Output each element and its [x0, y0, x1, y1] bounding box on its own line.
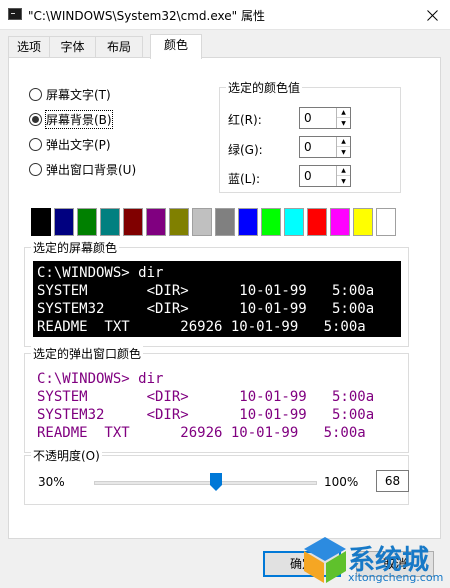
popup-colors-group: 选定的弹出窗口颜色 C:\WINDOWS> dir SYSTEM <DIR> 1…: [24, 345, 409, 453]
radio-popup-text[interactable]: 弹出文字(P): [29, 136, 111, 152]
color-swatch[interactable]: [215, 208, 235, 236]
spinner-buttons: ▲ ▼: [336, 108, 350, 128]
preview-line: README TXT 26926 10-01-99 5:00a: [37, 425, 366, 441]
spin-up-icon[interactable]: ▲: [337, 166, 350, 176]
group-title: 选定的屏幕颜色: [31, 239, 120, 256]
screen-color-preview: C:\WINDOWS> dir SYSTEM <DIR> 10-01-99 5:…: [33, 261, 401, 337]
color-swatch[interactable]: [31, 208, 51, 236]
color-palette: [31, 208, 396, 236]
tab-options[interactable]: 选项: [8, 36, 50, 58]
radio-label: 弹出窗口背景(U): [46, 162, 137, 177]
screen-colors-group: 选定的屏幕颜色 C:\WINDOWS> dir SYSTEM <DIR> 10-…: [24, 239, 409, 347]
radio-button[interactable]: [29, 137, 42, 151]
color-swatch[interactable]: [238, 208, 258, 236]
opacity-min-label: 30%: [38, 475, 65, 489]
color-swatch[interactable]: [100, 208, 120, 236]
radio-screen-background[interactable]: 屏幕背景(B): [29, 109, 113, 129]
green-value[interactable]: 0: [304, 140, 312, 154]
color-swatch[interactable]: [330, 208, 350, 236]
radio-button[interactable]: [29, 112, 42, 126]
color-swatch[interactable]: [284, 208, 304, 236]
color-swatch[interactable]: [54, 208, 74, 236]
opacity-group: 不透明度(O) 30% 100% 68: [24, 447, 409, 505]
preview-text: C:\WINDOWS> dir SYSTEM <DIR> 10-01-99 5:…: [33, 367, 401, 442]
watermark-url: xitongcheng.com: [348, 571, 444, 584]
tab-font[interactable]: 字体: [49, 36, 96, 58]
red-label: 红(R):: [228, 113, 262, 127]
radio-button[interactable]: [29, 162, 42, 176]
red-value[interactable]: 0: [304, 111, 312, 125]
color-swatch[interactable]: [261, 208, 281, 236]
blue-value[interactable]: 0: [304, 169, 312, 183]
cmd-icon: [8, 8, 22, 20]
color-swatch[interactable]: [77, 208, 97, 236]
green-label: 绿(G):: [228, 143, 263, 157]
opacity-slider-track[interactable]: [94, 481, 317, 485]
tab-layout[interactable]: 布局: [95, 36, 143, 58]
spin-down-icon[interactable]: ▼: [337, 176, 350, 186]
preview-line: C:\WINDOWS> dir: [37, 265, 164, 281]
color-swatch[interactable]: [169, 208, 189, 236]
red-spinner[interactable]: 0 ▲ ▼: [299, 107, 351, 129]
watermark-logo-icon: [304, 537, 346, 583]
spin-up-icon[interactable]: ▲: [337, 108, 350, 118]
color-swatch[interactable]: [353, 208, 373, 236]
green-spinner[interactable]: 0 ▲ ▼: [299, 136, 351, 158]
colors-panel: 屏幕文字(T) 屏幕背景(B) 弹出文字(P) 弹出窗口背景(U) 选定的颜色值…: [8, 57, 441, 539]
close-button[interactable]: [414, 0, 450, 30]
color-swatch[interactable]: [123, 208, 143, 236]
radio-screen-text[interactable]: 屏幕文字(T): [29, 86, 111, 102]
opacity-slider-thumb[interactable]: [210, 473, 222, 491]
blue-spinner[interactable]: 0 ▲ ▼: [299, 165, 351, 187]
color-swatch[interactable]: [146, 208, 166, 236]
radio-label: 弹出文字(P): [46, 137, 111, 152]
radio-label: 屏幕文字(T): [46, 87, 111, 102]
color-swatch[interactable]: [307, 208, 327, 236]
preview-line: SYSTEM <DIR> 10-01-99 5:00a: [37, 283, 375, 299]
spin-down-icon[interactable]: ▼: [337, 147, 350, 157]
radio-popup-background[interactable]: 弹出窗口背景(U): [29, 161, 136, 177]
selected-color-group: 选定的颜色值 红(R): 0 ▲ ▼ 绿(G): 0 ▲ ▼ 蓝(L): 0 ▲…: [219, 79, 401, 193]
group-title: 选定的弹出窗口颜色: [31, 345, 144, 362]
close-icon: [426, 9, 438, 21]
opacity-max-label: 100%: [324, 475, 359, 489]
radio-button[interactable]: [29, 87, 42, 101]
slider-thumb-icon: [210, 473, 222, 491]
group-title: 不透明度(O): [31, 447, 102, 464]
title-bar: "C:\WINDOWS\System32\cmd.exe" 属性: [0, 0, 450, 30]
spinner-buttons: ▲ ▼: [336, 166, 350, 186]
preview-line: SYSTEM32 <DIR> 10-01-99 5:00a: [37, 301, 375, 317]
preview-text: C:\WINDOWS> dir SYSTEM <DIR> 10-01-99 5:…: [33, 261, 401, 336]
blue-label: 蓝(L):: [228, 172, 261, 186]
color-swatch[interactable]: [376, 208, 396, 236]
spin-down-icon[interactable]: ▼: [337, 118, 350, 128]
preview-line: SYSTEM <DIR> 10-01-99 5:00a: [37, 389, 375, 405]
watermark: 系统城 xitongcheng.com: [300, 533, 450, 588]
preview-line: C:\WINDOWS> dir: [37, 371, 164, 387]
opacity-value-box: 68: [376, 470, 409, 492]
radio-label: 屏幕背景(B): [45, 109, 113, 129]
spin-up-icon[interactable]: ▲: [337, 137, 350, 147]
preview-line: README TXT 26926 10-01-99 5:00a: [37, 319, 366, 335]
preview-line: SYSTEM32 <DIR> 10-01-99 5:00a: [37, 407, 375, 423]
window-title: "C:\WINDOWS\System32\cmd.exe" 属性: [28, 9, 265, 23]
group-title: 选定的颜色值: [226, 79, 303, 96]
popup-color-preview: C:\WINDOWS> dir SYSTEM <DIR> 10-01-99 5:…: [33, 367, 401, 443]
tab-colors[interactable]: 颜色: [150, 34, 202, 59]
spinner-buttons: ▲ ▼: [336, 137, 350, 157]
color-swatch[interactable]: [192, 208, 212, 236]
